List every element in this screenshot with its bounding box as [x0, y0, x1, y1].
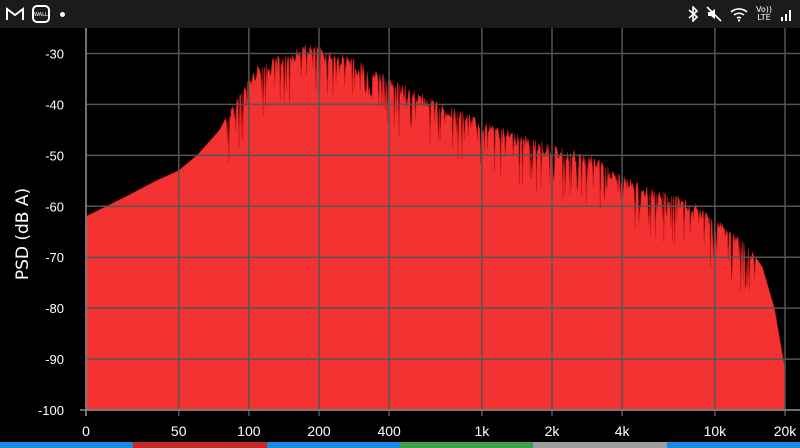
x-tick-label: 1k: [474, 423, 490, 439]
psd-chart-svg: -30 -40 -50 -60 -70 -80 -90 -100 0 50 100 200 400 1k 2…: [38, 28, 800, 439]
strip-segment: [333, 442, 401, 448]
x-tick-label: 400: [377, 423, 401, 439]
y-tick-label: -50: [45, 148, 64, 163]
strip-segment: [200, 442, 267, 448]
notification-app-label: WALL: [34, 12, 48, 18]
strip-segment: [666, 442, 734, 448]
notification-app-icon: WALL: [32, 5, 52, 23]
x-tick-label: 0: [82, 423, 90, 439]
y-tick-label: -70: [45, 250, 64, 265]
more-notifications-dot: [60, 11, 65, 17]
y-axis-title-wrap: PSD (dB A): [3, 174, 43, 294]
volte-indicator: Vo)) LTE: [756, 5, 772, 22]
signal-icon: [780, 7, 792, 21]
bottom-color-strip: [0, 442, 800, 448]
y-tick-label: -100: [38, 403, 64, 418]
x-tick-label: 10k: [704, 423, 728, 439]
bluetooth-icon: [688, 6, 698, 22]
y-tick-label: -30: [45, 46, 64, 61]
strip-segment: [400, 442, 467, 448]
y-tick-label: -90: [45, 352, 64, 367]
strip-segment: [66, 442, 134, 448]
x-tick-label: 100: [237, 423, 261, 439]
wifi-icon: [730, 6, 748, 22]
mute-icon: [706, 6, 722, 22]
x-tick-label: 2k: [545, 423, 561, 439]
psd-chart: -30 -40 -50 -60 -70 -80 -90 -100 0 50 100 200 400 1k 2…: [0, 28, 800, 442]
x-tick-label: 50: [171, 423, 187, 439]
strip-segment: [733, 442, 800, 448]
strip-segment: [266, 442, 334, 448]
strip-segment: [600, 442, 667, 448]
gmail-icon: [6, 7, 24, 21]
x-tick-label: 4k: [615, 423, 631, 439]
y-tick-label: -60: [45, 199, 64, 214]
y-tick-label: -80: [45, 301, 64, 316]
strip-segment: [0, 442, 67, 448]
status-bar: WALL Vo)) LTE: [0, 0, 800, 28]
y-tick-label: -40: [45, 97, 64, 112]
psd-area: [85, 44, 786, 411]
strip-segment: [466, 442, 534, 448]
y-axis-title: PSD (dB A): [13, 187, 34, 281]
x-tick-label: 200: [307, 423, 331, 439]
strip-segment: [533, 442, 601, 448]
strip-segment: [133, 442, 201, 448]
x-tick-label: 20k: [774, 423, 798, 439]
